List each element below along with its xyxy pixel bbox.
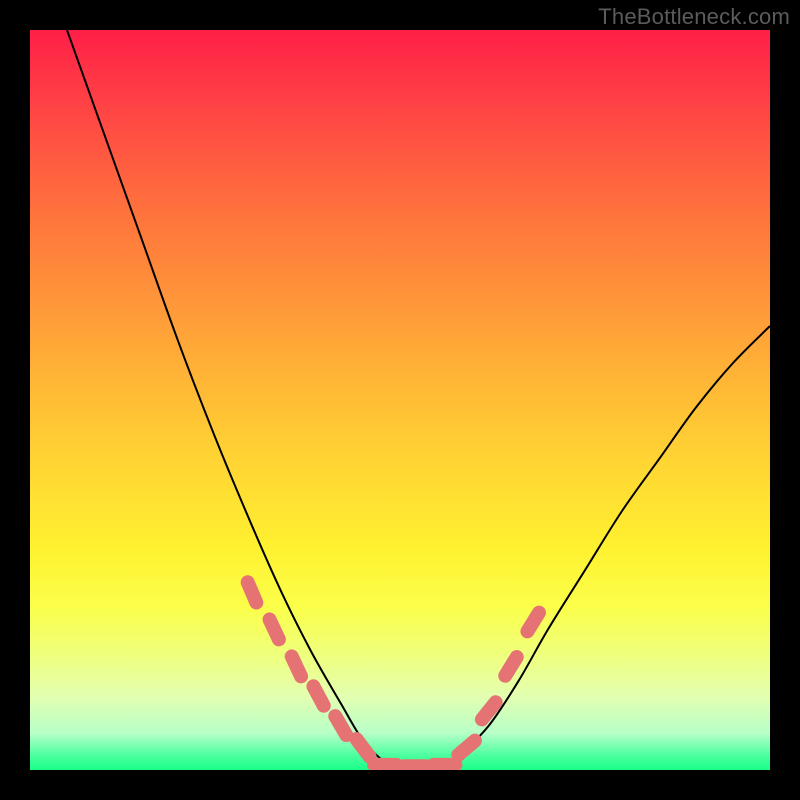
- curve-markers: [248, 582, 539, 766]
- curve-marker: [482, 702, 496, 719]
- curve-marker: [527, 613, 539, 632]
- curve-left-branch: [67, 30, 400, 770]
- curve-marker: [270, 619, 279, 639]
- watermark-text: TheBottleneck.com: [598, 4, 790, 30]
- curve-marker: [335, 716, 346, 735]
- curve-right-branch: [400, 326, 770, 770]
- chart-svg: [30, 30, 770, 770]
- curve-marker: [313, 686, 323, 705]
- curve-marker: [505, 657, 517, 676]
- curve-marker: [356, 739, 369, 757]
- curve-marker: [292, 656, 301, 676]
- curve-marker: [248, 582, 257, 602]
- curve-marker: [458, 741, 475, 755]
